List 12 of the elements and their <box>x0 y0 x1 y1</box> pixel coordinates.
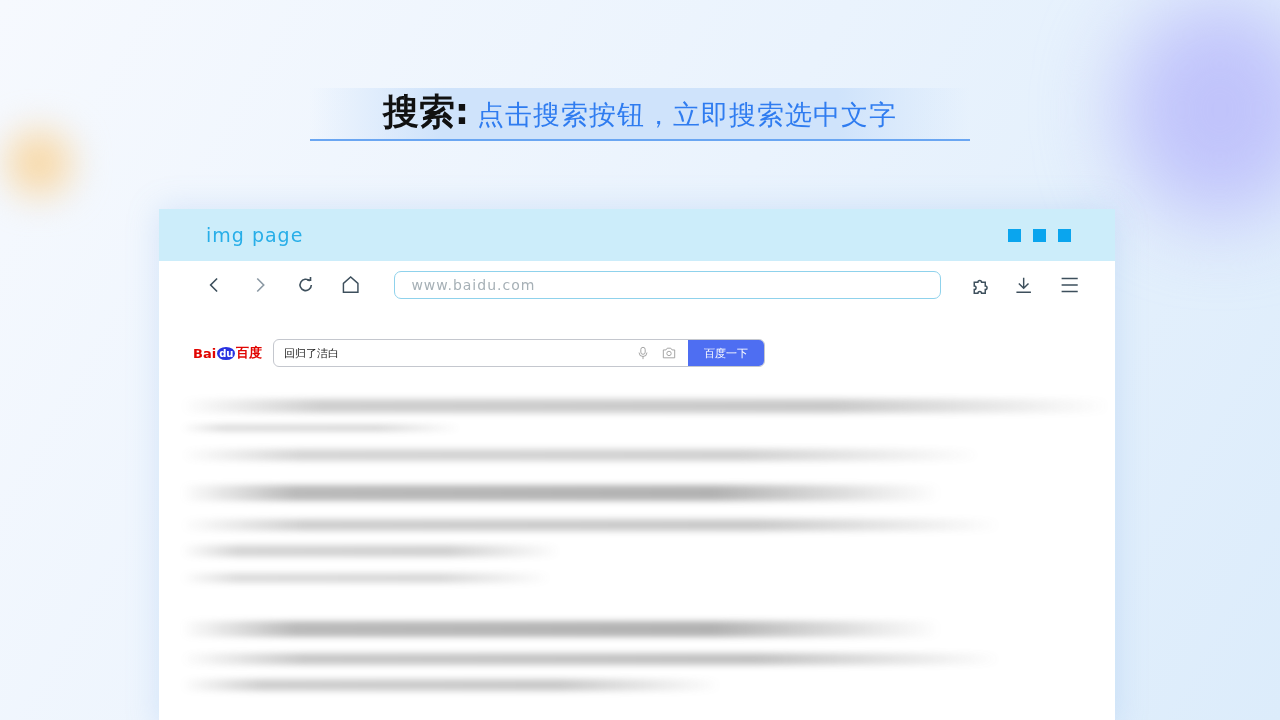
home-icon[interactable] <box>341 274 361 296</box>
logo-text: 百度 <box>236 344 263 362</box>
search-button[interactable]: 百度一下 <box>688 340 764 366</box>
search-field[interactable]: 回归了洁白 百度一下 <box>273 339 765 367</box>
headline-text: 点击搜索按钮，立即搜索选中文字 <box>477 98 898 132</box>
window-title: img page <box>206 224 304 246</box>
logo-text: Bai <box>193 345 217 361</box>
headline-label: 搜索: <box>382 90 470 134</box>
search-query: 回归了洁白 <box>284 345 340 361</box>
address-field[interactable]: www.baidu.com <box>394 271 942 299</box>
decorative-blob <box>6 130 72 196</box>
logo-paw-text: du <box>217 346 236 360</box>
